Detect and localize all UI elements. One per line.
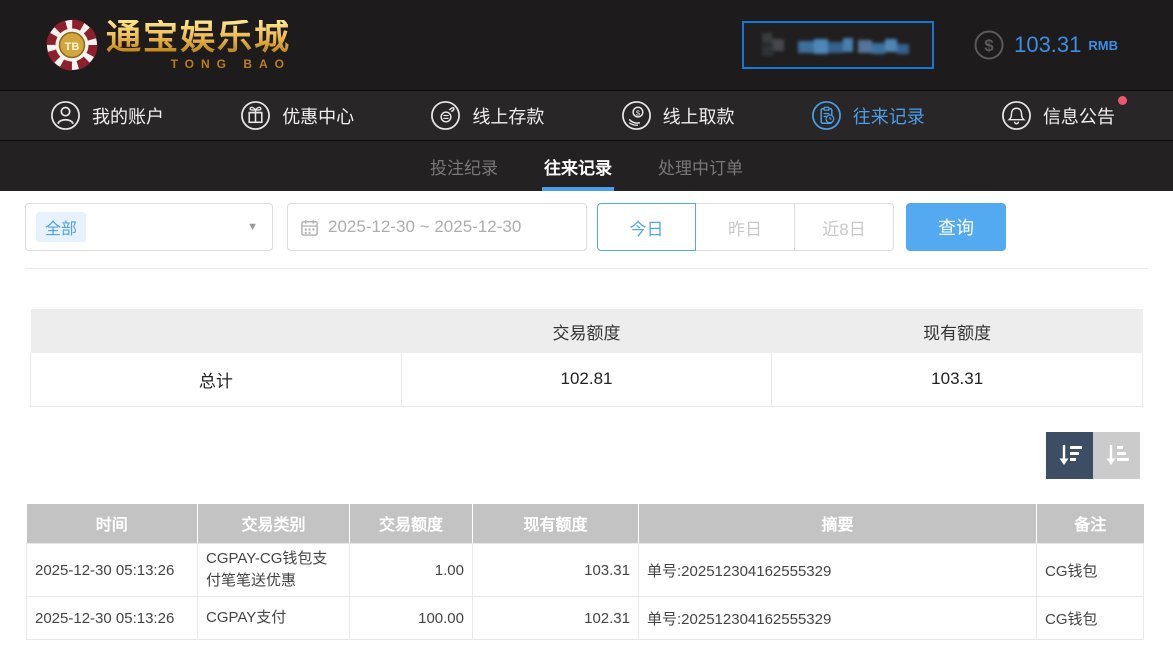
withdraw-hand-coin-icon: $ xyxy=(621,100,652,131)
balance-amount: 103.31 xyxy=(1014,32,1081,58)
nav-item-my-account[interactable]: 我的账户 xyxy=(50,100,164,131)
censored-username xyxy=(758,27,918,63)
date-range-picker[interactable]: 2025-12-30 ~ 2025-12-30 xyxy=(287,203,587,251)
cell-balance: 102.31 xyxy=(473,597,639,640)
nav-item-withdraw[interactable]: $ 线上取款 xyxy=(621,100,735,131)
range-last8days-button[interactable]: 近8日 xyxy=(795,203,894,251)
cell-summary: 单号:202512304162555329 xyxy=(639,597,1037,640)
filter-bar: 全部 ▼ 2025-12-30 ~ 2025-12-30 今日 昨日 近8日 查… xyxy=(25,203,1173,251)
cell-type: CGPAY-CG钱包支付笔笔送优惠 xyxy=(198,544,350,597)
range-today-button[interactable]: 今日 xyxy=(597,203,696,251)
records-header-row: 时间 交易类别 交易额度 现有额度 摘要 备注 xyxy=(27,504,1144,544)
record-subtabs: 投注纪录 往来记录 处理中订单 xyxy=(0,141,1173,191)
sort-descending-button[interactable] xyxy=(1046,432,1093,479)
search-button[interactable]: 查询 xyxy=(906,203,1006,251)
site-logo[interactable]: TB 通宝娱乐城 TONG BAO xyxy=(46,19,291,71)
logo-title: 通宝娱乐城 xyxy=(106,20,291,55)
col-header-summary: 摘要 xyxy=(639,504,1037,544)
page: TB 通宝娱乐城 TONG BAO xyxy=(0,0,1173,645)
category-select[interactable]: 全部 ▼ xyxy=(25,203,273,251)
cell-type: CGPAY支付 xyxy=(198,597,350,640)
summary-header-row: 交易额度 现有额度 xyxy=(31,309,1143,353)
notification-dot xyxy=(1118,96,1127,105)
bell-icon xyxy=(1001,100,1032,131)
col-header-remark: 备注 xyxy=(1037,504,1144,544)
deposit-hand-coin-icon xyxy=(430,100,461,131)
sort-ascending-icon xyxy=(1102,440,1132,470)
tab-bet-records[interactable]: 投注纪录 xyxy=(428,141,500,191)
cell-remark: CG钱包 xyxy=(1037,597,1144,640)
top-header: TB 通宝娱乐城 TONG BAO xyxy=(0,0,1173,90)
table-row: 2025-12-30 05:13:26 CGPAY-CG钱包支付笔笔送优惠 1.… xyxy=(27,544,1144,597)
col-header-amount: 交易额度 xyxy=(350,504,473,544)
summary-col-transaction-amount: 交易额度 xyxy=(401,309,772,353)
table-row: 2025-12-30 05:13:26 CGPAY支付 100.00 102.3… xyxy=(27,597,1144,640)
summary-table: 交易额度 现有额度 总计 102.81 103.31 xyxy=(30,309,1143,407)
svg-text:TB: TB xyxy=(65,41,80,53)
cell-time: 2025-12-30 05:13:26 xyxy=(27,544,198,597)
sort-controls xyxy=(0,432,1140,479)
col-header-time: 时间 xyxy=(27,504,198,544)
gift-icon xyxy=(240,100,271,131)
user-icon xyxy=(50,100,81,131)
summary-col-blank xyxy=(31,309,402,353)
cell-balance: 103.31 xyxy=(473,544,639,597)
records-table: 时间 交易类别 交易额度 现有额度 摘要 备注 2025-12-30 05:13… xyxy=(26,504,1144,641)
svg-text:$: $ xyxy=(635,109,640,118)
cell-summary: 单号:202512304162555329 xyxy=(639,544,1037,597)
nav-item-promotions[interactable]: 优惠中心 xyxy=(240,100,354,131)
selected-category-tag[interactable]: 全部 xyxy=(36,212,86,242)
summary-total-current-amount: 103.31 xyxy=(772,353,1143,406)
balance-currency: RMB xyxy=(1088,38,1118,53)
main-navigation: 我的账户 优惠中心 线上存款 xyxy=(0,90,1173,141)
calendar-icon xyxy=(300,218,319,237)
records-clipboard-clock-icon xyxy=(811,100,842,131)
tab-transaction-records[interactable]: 往来记录 xyxy=(542,141,614,191)
sort-ascending-button[interactable] xyxy=(1093,432,1140,479)
section-divider xyxy=(25,268,1148,269)
summary-total-transaction-amount: 102.81 xyxy=(401,353,772,406)
nav-item-deposit[interactable]: 线上存款 xyxy=(430,100,544,131)
summary-col-current-amount: 现有额度 xyxy=(772,309,1143,353)
logo-text: 通宝娱乐城 TONG BAO xyxy=(106,20,291,71)
nav-item-transaction-records[interactable]: 往来记录 xyxy=(811,100,925,131)
range-yesterday-button[interactable]: 昨日 xyxy=(696,203,795,251)
dollar-circle-icon: $ xyxy=(974,30,1004,60)
nav-item-announcements[interactable]: 信息公告 xyxy=(1001,100,1115,131)
col-header-balance: 现有额度 xyxy=(473,504,639,544)
chevron-down-icon: ▼ xyxy=(247,221,258,233)
quick-range-group: 今日 昨日 近8日 xyxy=(597,203,894,251)
cell-amount: 1.00 xyxy=(350,544,473,597)
summary-total-row: 总计 102.81 103.31 xyxy=(31,353,1143,406)
tab-pending-orders[interactable]: 处理中订单 xyxy=(656,141,745,191)
username-box[interactable] xyxy=(742,21,934,69)
date-range-value: 2025-12-30 ~ 2025-12-30 xyxy=(328,217,521,237)
logo-subtitle: TONG BAO xyxy=(106,57,291,71)
casino-chip-icon: TB xyxy=(46,19,98,71)
summary-total-label: 总计 xyxy=(31,353,402,406)
cell-remark: CG钱包 xyxy=(1037,544,1144,597)
col-header-type: 交易类别 xyxy=(198,504,350,544)
cell-time: 2025-12-30 05:13:26 xyxy=(27,597,198,640)
sort-descending-icon xyxy=(1055,440,1085,470)
cell-amount: 100.00 xyxy=(350,597,473,640)
balance-display[interactable]: $ 103.31 RMB xyxy=(974,30,1118,60)
svg-text:$: $ xyxy=(984,36,994,55)
